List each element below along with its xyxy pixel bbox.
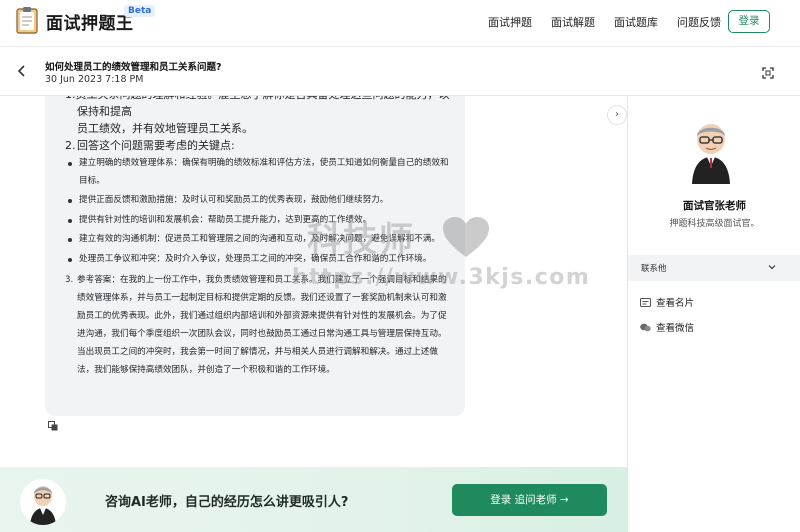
copy-icon[interactable]: [48, 421, 58, 431]
top-navbar: 面试押题王 Beta 面试押题 面试解题 面试题库 问题反馈 登录: [0, 0, 800, 44]
banner-avatar: [20, 479, 66, 525]
list-item: 提供正面反馈和激励措施：及时认可和奖励员工的优秀表现，鼓励他们继续努力。: [65, 192, 451, 210]
question-title: 如何处理员工的绩效管理和员工关系问题?: [45, 62, 222, 73]
nav-link-feedback[interactable]: 问题反馈: [677, 14, 721, 30]
chevron-left-icon[interactable]: [16, 64, 28, 78]
chevron-down-icon: [768, 265, 776, 270]
nav-link-question-bank[interactable]: 面试题库: [614, 14, 658, 30]
contact-section-toggle[interactable]: 联系他: [628, 255, 800, 281]
heart-icon: [443, 217, 489, 257]
interviewer-sidebar: 面试官张老师 押题科技高级面试官。 联系他 查看名片 查看微信: [627, 96, 800, 532]
list-number: 1.: [65, 96, 76, 101]
list-item: 建立明确的绩效管理体系：确保有明确的绩效标准和评估方法，使员工知道如何衡量自己的…: [65, 155, 451, 190]
consult-banner: 咨询AI老师，自己的经历怎么讲更吸引人? 登录 追问老师 →: [0, 467, 627, 532]
id-card-icon: [640, 298, 651, 307]
banner-prompt: 咨询AI老师，自己的经历怎么讲更吸引人?: [105, 495, 349, 510]
interviewer-role: 押题科技高级面试官。: [669, 219, 760, 229]
view-card-link[interactable]: 查看名片: [640, 295, 694, 309]
brand-title[interactable]: 面试押题王: [46, 9, 134, 34]
fullscreen-icon[interactable]: [762, 67, 774, 79]
chevron-right-icon: ›: [615, 109, 619, 120]
watermark-text: 科技师: [307, 220, 415, 260]
interviewer-name: 面试官张老师: [683, 200, 746, 212]
view-wechat-label: 查看微信: [656, 323, 695, 334]
question-header: 如何处理员工的绩效管理和员工关系问题? 30 Jun 2023 7:18 PM: [0, 46, 800, 96]
watermark-url: https://www.3kjs.com: [292, 265, 591, 290]
sidebar-toggle-button[interactable]: ›: [607, 105, 627, 125]
login-button[interactable]: 登录: [728, 10, 770, 33]
nav-link-predict[interactable]: 面试押题: [488, 14, 532, 30]
clipboard-logo-icon[interactable]: [16, 6, 38, 34]
nav-link-solve[interactable]: 面试解题: [551, 14, 595, 30]
answer-point-1-tail: 1.员工关系问题的理解和经验。雇主想了解你是否具备处理这些问题的能力，以保持和提…: [65, 96, 451, 137]
view-wechat-link[interactable]: 查看微信: [640, 320, 694, 334]
beta-badge: Beta: [124, 5, 156, 17]
question-timestamp: 30 Jun 2023 7:18 PM: [45, 74, 144, 85]
view-card-label: 查看名片: [656, 298, 695, 309]
interviewer-avatar: [692, 124, 730, 184]
contact-label: 联系他: [641, 264, 667, 274]
wechat-icon: [640, 323, 651, 332]
answer-point-2-heading: 2. 回答这个问题需要考虑的关键点:: [65, 139, 235, 152]
login-ask-teacher-button[interactable]: 登录 追问老师 →: [452, 484, 607, 516]
